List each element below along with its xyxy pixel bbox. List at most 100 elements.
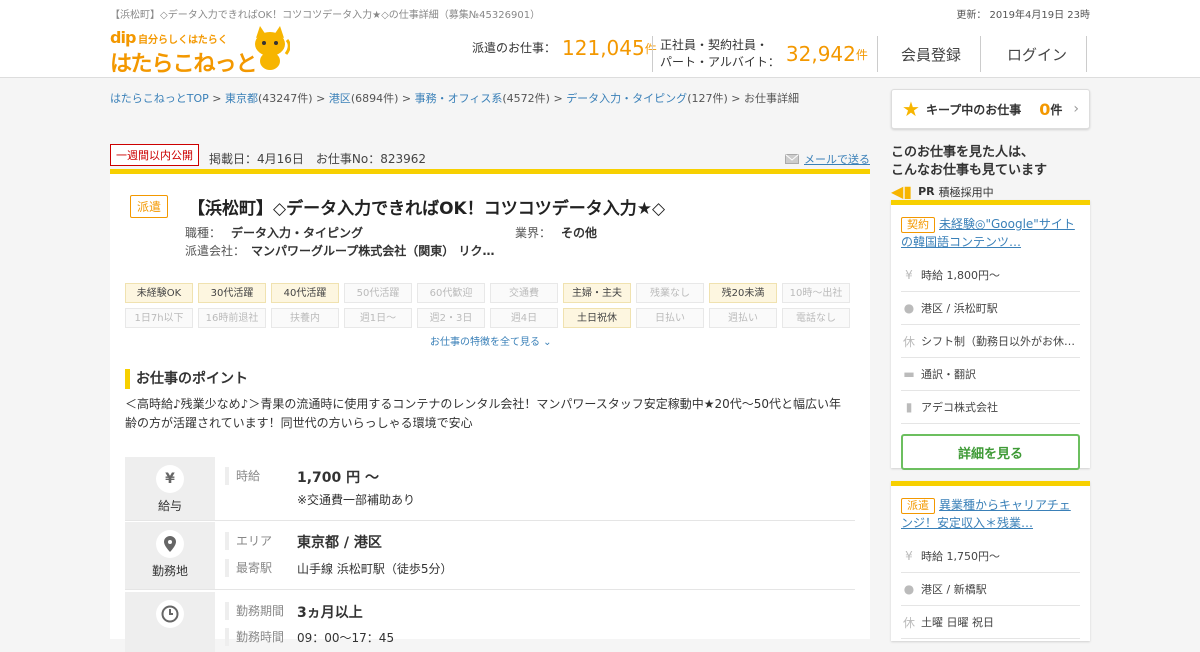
feature-tag: 40代活躍 — [271, 283, 339, 303]
area-value: 東京都 / 港区 — [297, 535, 382, 551]
employment-type-badge: 派遣 — [130, 195, 169, 218]
feature-tag: 50代活躍 — [344, 283, 412, 303]
job-points-heading: お仕事のポイント — [125, 369, 248, 389]
recommend-details: ¥ 時給 1,800円～ ● 港区 / 浜松町駅休シフト制（勤務日以外がお休… ▬ 通訳・… — [901, 259, 1080, 424]
detail-icon: 休 — [902, 334, 915, 349]
job-industry: 業界： その他 — [515, 226, 598, 240]
breadcrumb-link[interactable]: 港区 — [329, 92, 351, 105]
seishain-count-link[interactable]: 正社員・契約社員・ パート・アルバイト： 32,942 件 — [660, 37, 868, 71]
breadcrumb-text: (127件) > お仕事詳細 — [687, 92, 799, 105]
mail-icon — [785, 154, 799, 164]
detail-text: シフト制（勤務日以外がお休… — [921, 335, 1075, 348]
breadcrumb-link[interactable]: データ入力・タイピング — [566, 92, 687, 105]
breadcrumb-text: (6894件) > — [350, 92, 415, 105]
location-row: 勤務地 エリア 東京都 / 港区 最寄駅 山手線 浜松町駅（徒歩5分） — [125, 522, 855, 590]
job-points-text: ＜高時給♪残業少なめ♪＞青果の流通時に使用するコンテナのレンタル会社！マンパワー… — [125, 397, 842, 430]
recommend-header: このお仕事を見た人は、 こんなお仕事も見ています ◀▮ PR 積極採用中 — [891, 144, 1090, 201]
show-all-features-link[interactable]: お仕事の特徴を全て見る ⌄ — [430, 333, 552, 348]
yen-icon: ¥ — [156, 465, 184, 493]
detail-text: 時給 1,800円～ — [921, 269, 1000, 282]
feature-tag: 電話なし — [782, 308, 850, 328]
logo-tagline: 自分らしくはたらく — [138, 35, 228, 46]
mail-link[interactable]: メールで送る — [785, 151, 870, 167]
detail-icon: ▮ — [905, 400, 913, 414]
station-value: 山手線 浜松町駅（徒歩5分） — [297, 562, 453, 576]
feature-tag: 30代活躍 — [198, 283, 266, 303]
recommend-detail-item: ¥ 時給 1,800円～ — [901, 259, 1080, 292]
feature-tag: 60代歓迎 — [417, 283, 485, 303]
update-info: 更新： 2019年4月19日 23時 — [956, 10, 1090, 21]
location-icon-box: 勤務地 — [125, 522, 215, 589]
feature-tag: 主婦・主夫 — [563, 283, 631, 303]
feature-tag: 週2・3日 — [417, 308, 485, 328]
period-row: 勤務期間 3ヵ月以上 勤務時間 09：00～17：45 — [125, 592, 855, 652]
chevron-right-icon: › — [1073, 101, 1079, 117]
feature-tag: 週4日 — [490, 308, 558, 328]
feature-tag: 未経験OK — [125, 283, 193, 303]
period-value: 3ヵ月以上 — [297, 605, 363, 621]
divider — [652, 36, 653, 72]
breadcrumb-link[interactable]: はたらこねっとTOP — [110, 92, 209, 105]
logo-wordmark: はたらこねっと — [110, 52, 258, 77]
recommend-details: ¥ 時給 1,750円～ ● 港区 / 新橋駅休土曜 日曜 祝日 — [901, 540, 1080, 639]
keep-jobs-button[interactable]: ★ キープ中のお仕事 0件 › — [891, 89, 1090, 129]
recommend-detail-item: 休土曜 日曜 祝日 — [901, 606, 1080, 639]
seishain-count: 32,942 — [785, 42, 856, 66]
detail-text: 時給 1,750円～ — [921, 550, 1000, 563]
detail-text: 土曜 日曜 祝日 — [921, 616, 994, 629]
login-link[interactable]: ログイン — [1007, 44, 1067, 65]
feature-tag: 1日7h以下 — [125, 308, 193, 328]
feature-tag: 週払い — [709, 308, 777, 328]
detail-text: 通訳・翻訳 — [921, 368, 976, 381]
recommend-detail-item: ▬ 通訳・翻訳 — [901, 358, 1080, 391]
megaphone-icon: ◀▮ — [891, 182, 913, 201]
detail-icon: 休 — [902, 615, 915, 630]
recommend-detail-item: ● 港区 / 新橋駅 — [901, 573, 1080, 606]
breadcrumb-text: (4572件) > — [502, 92, 567, 105]
breadcrumb-link[interactable]: 事務・オフィス系 — [415, 92, 503, 105]
recommend-detail-item: ● 港区 / 浜松町駅 — [901, 292, 1080, 325]
breadcrumb-text: (43247件) > — [258, 92, 329, 105]
feature-tag: 残20未満 — [709, 283, 777, 303]
pay-icon-box: ¥ 給与 — [125, 457, 215, 520]
time-value: 09：00～17：45 — [297, 631, 395, 645]
job-detail-card: 派遣 【浜松町】◇データ入力できればOK！コツコツデータ入力★◇ 職種： データ入… — [110, 169, 870, 652]
site-logo[interactable]: dip 自分らしくはたらく はたらこねっと — [110, 26, 295, 77]
period-icon-box — [125, 592, 215, 652]
feature-tag: 週1日～ — [344, 308, 412, 328]
publish-info: 掲載日：4月16日 お仕事No：823962 — [209, 152, 427, 166]
recommend-detail-item: ▮ アデコ株式会社 — [901, 391, 1080, 424]
recommend-title-link[interactable]: 契約 未経験◎"Google"サイトの韓国語コンテンツ… — [901, 215, 1080, 251]
feature-tag: 交通費 — [490, 283, 558, 303]
logo-dip: dip — [110, 28, 136, 47]
recommend-card[interactable]: 派遣 異業種からキャリアチェンジ！安定収入＊残業… ¥ 時給 1,750円～ ● 港区 … — [891, 481, 1090, 641]
job-category: 職種： データ入力・タイピング — [185, 226, 364, 240]
clock-icon — [156, 600, 184, 628]
detail-text: 港区 / 新橋駅 — [921, 583, 987, 596]
detail-text: 港区 / 浜松町駅 — [921, 302, 998, 315]
recommend-detail-item: ¥ 時給 1,750円～ — [901, 540, 1080, 573]
site-header: 【浜松町】◇データ入力できればOK！コツコツデータ入力★◇の仕事詳細（募集№45… — [0, 0, 1200, 78]
detail-text: アデコ株式会社 — [921, 401, 998, 414]
page-heading-small: 【浜松町】◇データ入力できればOK！コツコツデータ入力★◇の仕事詳細（募集№45… — [110, 10, 541, 21]
feature-tag: 日払い — [636, 308, 704, 328]
keep-count: 0 — [1039, 99, 1051, 119]
haken-count-link[interactable]: 派遣のお仕事： 121,045 件 — [472, 36, 657, 60]
recommend-card[interactable]: 契約 未経験◎"Google"サイトの韓国語コンテンツ… ¥ 時給 1,800円～ ●… — [891, 200, 1090, 470]
haken-count: 121,045 — [562, 36, 645, 60]
detail-icon: ▬ — [903, 367, 915, 381]
detail-icon: ● — [903, 301, 915, 315]
breadcrumb-link[interactable]: 東京都 — [225, 92, 258, 105]
detail-button[interactable]: 詳細を見る — [901, 434, 1080, 470]
divider — [980, 36, 981, 72]
pay-note: ※交通費一部補助あり — [297, 493, 416, 507]
breadcrumb: はたらこねっとTOP > 東京都(43247件) > 港区(6894件) > 事… — [110, 90, 799, 106]
cat-mascot-icon — [255, 26, 290, 70]
divider — [1086, 36, 1087, 72]
register-link[interactable]: 会員登録 — [901, 44, 961, 65]
map-pin-icon — [156, 530, 184, 558]
divider — [877, 36, 878, 72]
recommend-title-link[interactable]: 派遣 異業種からキャリアチェンジ！安定収入＊残業… — [901, 496, 1080, 532]
star-icon: ★ — [902, 97, 920, 121]
breadcrumb-text: > — [208, 92, 226, 105]
